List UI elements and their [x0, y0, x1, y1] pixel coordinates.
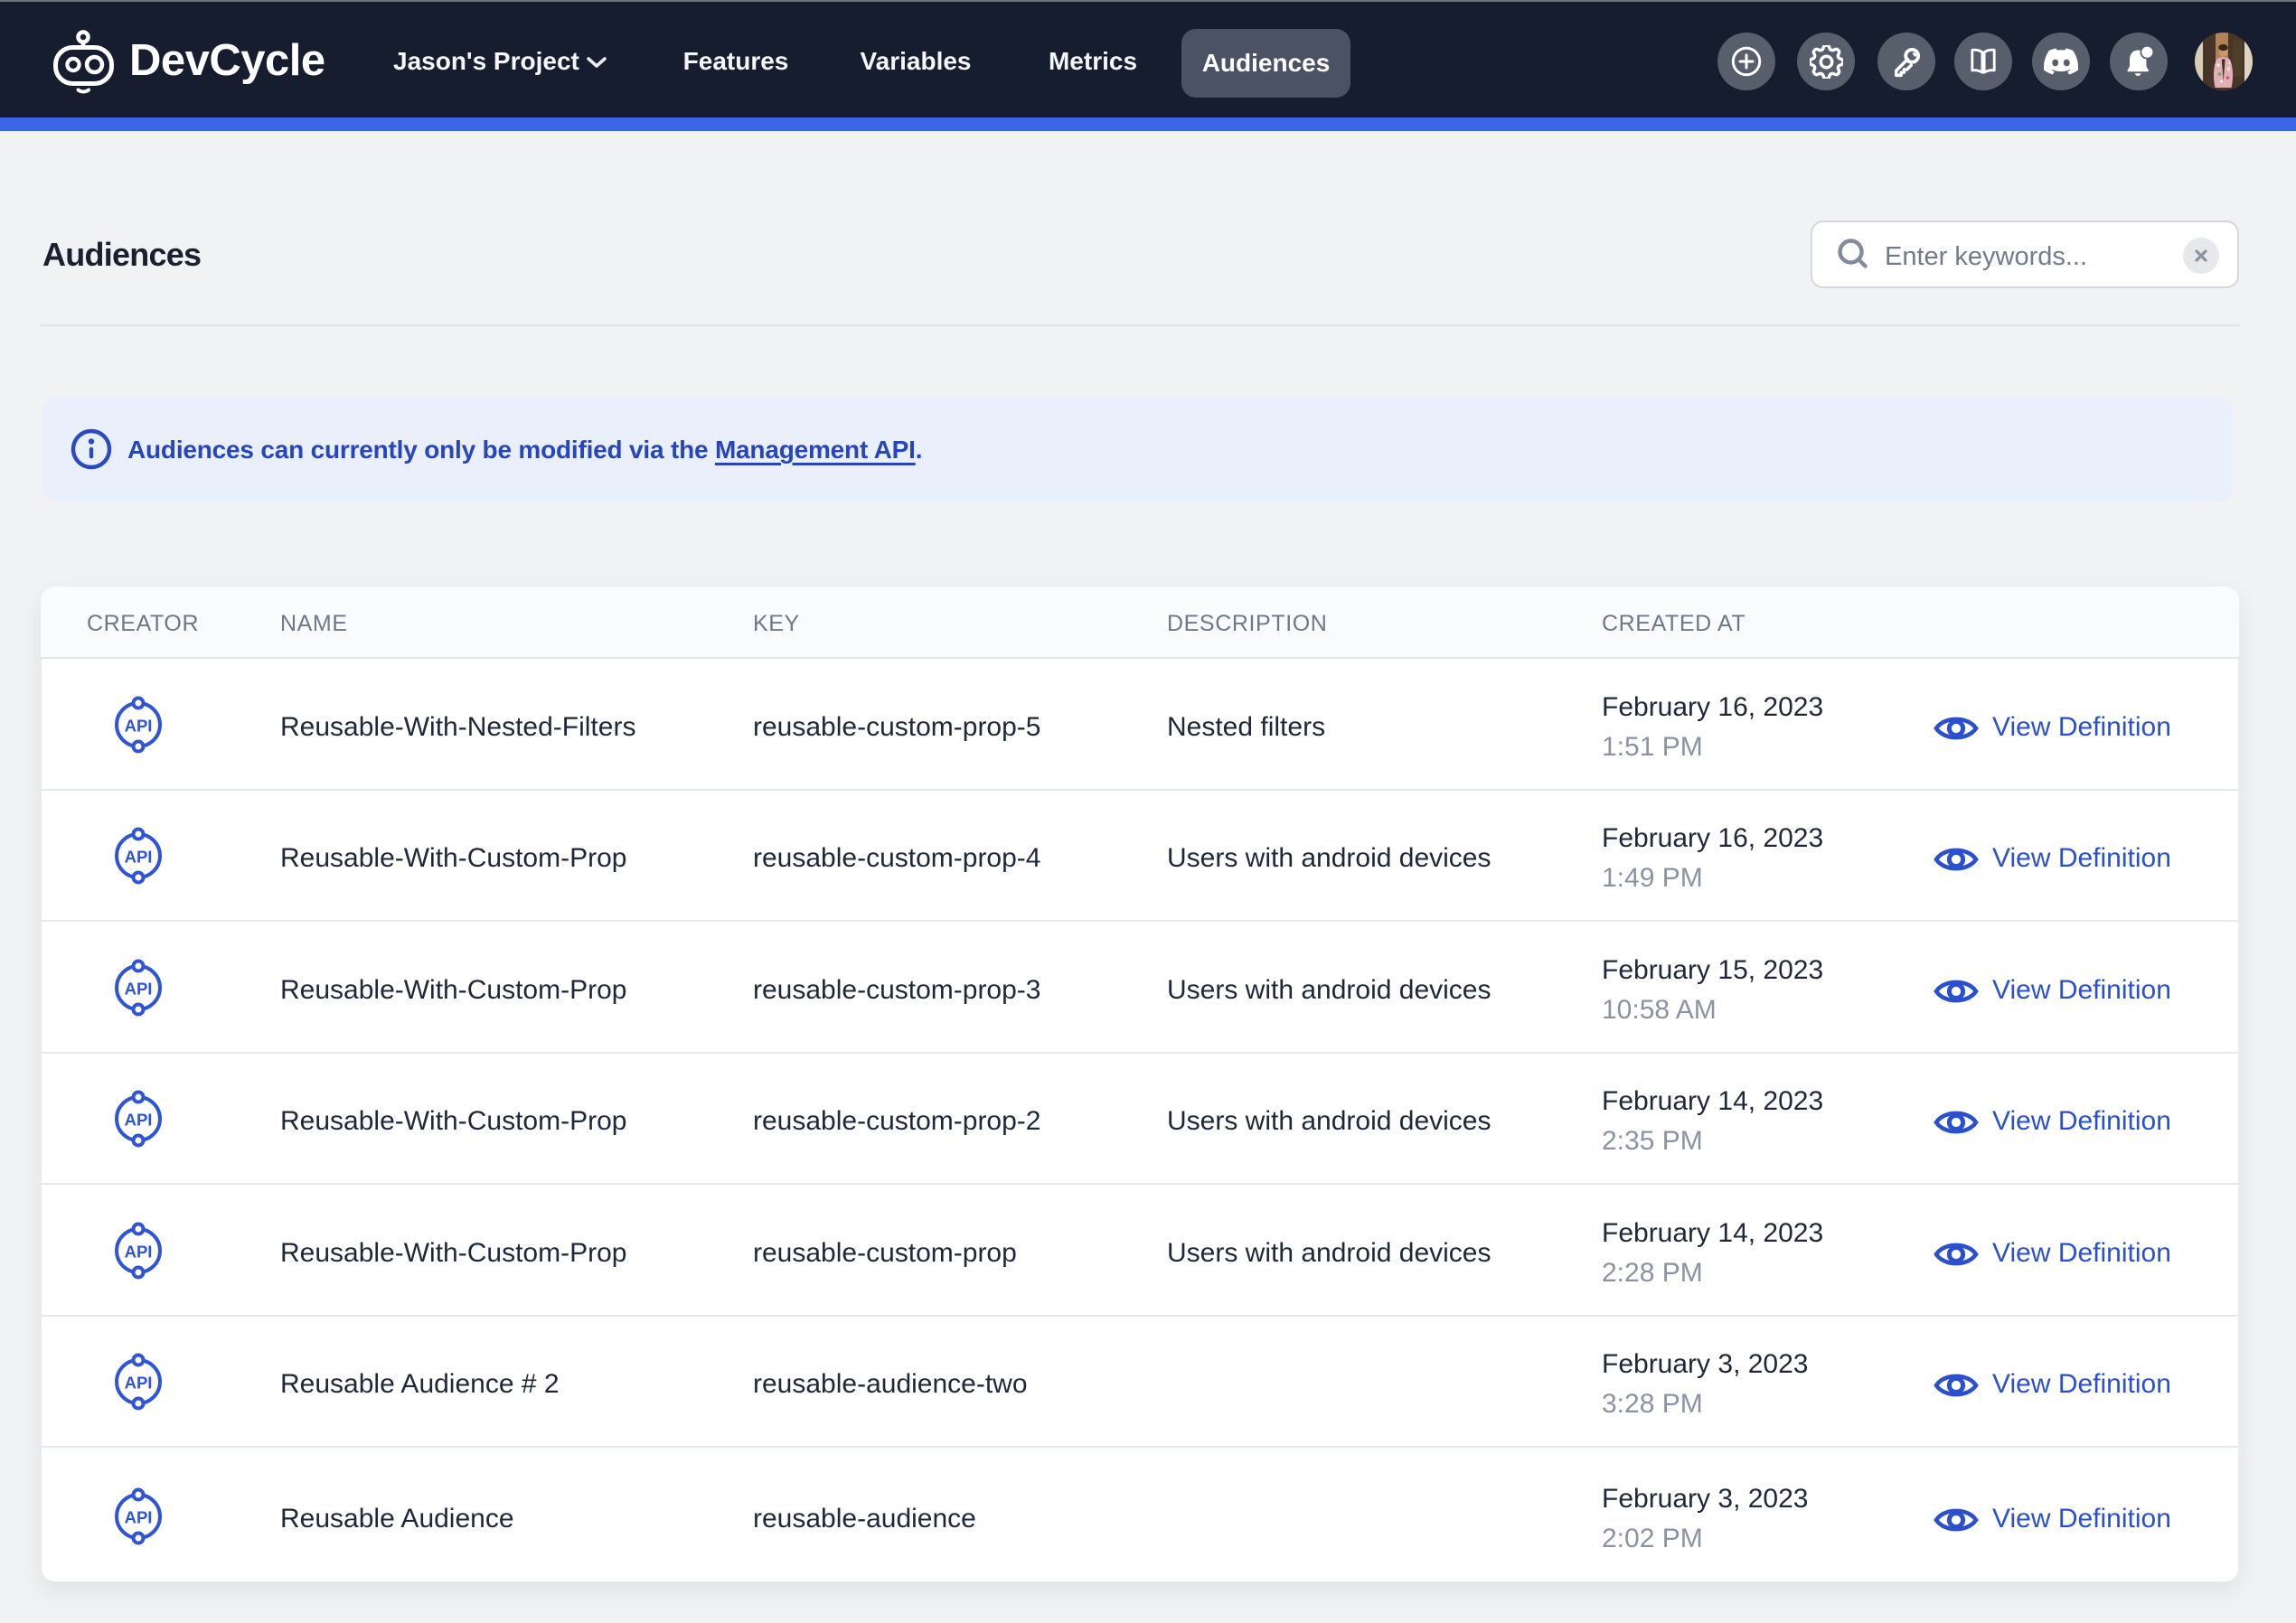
svg-text:API: API [125, 716, 153, 735]
svg-text:API: API [125, 1111, 153, 1130]
svg-text:API: API [125, 979, 153, 998]
svg-text:API: API [125, 1374, 153, 1393]
svg-text:API: API [125, 1507, 153, 1526]
svg-text:API: API [125, 848, 153, 867]
svg-text:API: API [125, 1242, 153, 1261]
